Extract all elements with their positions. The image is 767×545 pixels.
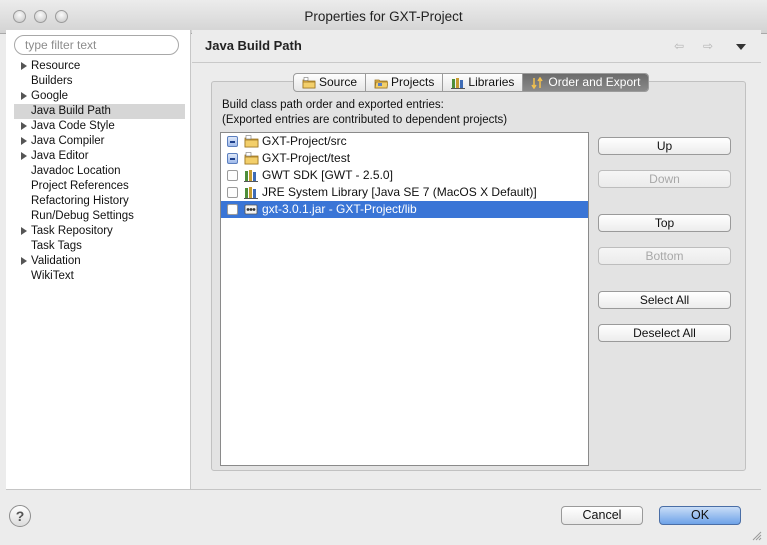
order-arrows-icon [531, 76, 545, 89]
source-folder-icon [244, 135, 259, 148]
entry-label: GXT-Project/test [262, 151, 351, 165]
sidebar-item-label: Refactoring History [31, 195, 129, 207]
sidebar-item-builders[interactable]: Builders [14, 74, 185, 89]
sidebar-item-label: Java Build Path [31, 105, 111, 117]
list-item[interactable]: GWT SDK [GWT - 2.5.0] [221, 167, 588, 184]
export-checkbox[interactable] [227, 136, 238, 147]
expand-triangle-icon[interactable] [21, 92, 27, 100]
sidebar-item-task-repository[interactable]: Task Repository [14, 224, 185, 239]
tab-order-and-export[interactable]: Order and Export [523, 74, 649, 91]
page-title: Java Build Path [205, 38, 302, 53]
header-divider [192, 62, 761, 63]
ok-button[interactable]: OK [659, 506, 741, 525]
sidebar-item-java-code-style[interactable]: Java Code Style [14, 119, 185, 134]
project-folder-icon [374, 77, 389, 89]
tab-label: Source [319, 75, 358, 89]
library-books-icon [244, 186, 259, 199]
entry-label: GWT SDK [GWT - 2.5.0] [262, 168, 393, 182]
sidebar-item-label: Java Code Style [31, 120, 115, 132]
library-books-icon [244, 169, 259, 182]
sidebar-item-run-debug-settings[interactable]: Run/Debug Settings [14, 209, 185, 224]
expand-triangle-icon[interactable] [21, 122, 27, 130]
footer-divider [6, 489, 761, 490]
forward-arrow-icon[interactable]: ⇨ [703, 39, 713, 53]
sidebar-item-refactoring-history[interactable]: Refactoring History [14, 194, 185, 209]
description-line: Build class path order and exported entr… [222, 99, 444, 111]
sidebar-item-resource[interactable]: Resource [14, 59, 185, 74]
expand-triangle-icon[interactable] [21, 257, 27, 265]
list-item-selected[interactable]: gxt-3.0.1.jar - GXT-Project/lib [221, 201, 588, 218]
sidebar-item-label: Task Repository [31, 225, 113, 237]
sidebar-item-label: WikiText [31, 270, 74, 282]
tab-label: Order and Export [548, 75, 641, 89]
entry-label: GXT-Project/src [262, 134, 347, 148]
build-path-entry-list[interactable]: GXT-Project/src GXT-Project/test GWT SDK… [220, 132, 589, 466]
sidebar-item-label: Builders [31, 75, 73, 87]
list-item[interactable]: JRE System Library [Java SE 7 (MacOS X D… [221, 184, 588, 201]
up-button[interactable]: Up [598, 137, 731, 155]
down-button[interactable]: Down [598, 170, 731, 188]
window-title: Properties for GXT-Project [304, 9, 463, 24]
sidebar-item-label: Project References [31, 180, 129, 192]
jar-file-icon [244, 203, 259, 216]
select-all-button[interactable]: Select All [598, 291, 731, 309]
description-line: (Exported entries are contributed to dep… [222, 114, 508, 126]
tab-source[interactable]: Source [294, 74, 367, 91]
sidebar-list: Resource Builders Google Java Build Path… [14, 59, 185, 284]
entry-label: gxt-3.0.1.jar - GXT-Project/lib [262, 202, 417, 216]
sidebar-item-project-references[interactable]: Project References [14, 179, 185, 194]
sidebar-item-task-tags[interactable]: Task Tags [14, 239, 185, 254]
list-item[interactable]: GXT-Project/test [221, 150, 588, 167]
export-checkbox[interactable] [227, 187, 238, 198]
title-bar: Properties for GXT-Project [0, 0, 767, 34]
sidebar-item-javadoc-location[interactable]: Javadoc Location [14, 164, 185, 179]
source-folder-icon [244, 152, 259, 165]
list-item[interactable]: GXT-Project/src [221, 133, 588, 150]
filter-input[interactable] [14, 35, 179, 55]
sidebar-item-java-editor[interactable]: Java Editor [14, 149, 185, 164]
sidebar-item-validation[interactable]: Validation [14, 254, 185, 269]
tab-label: Projects [391, 75, 435, 89]
tab-bar: Source Projects Libraries Order and Expo… [293, 73, 650, 92]
view-menu-icon[interactable] [736, 44, 746, 50]
tab-label: Libraries [468, 75, 515, 89]
sidebar-item-label: Run/Debug Settings [31, 210, 134, 222]
resize-grip-icon[interactable] [752, 531, 762, 541]
sidebar-item-java-compiler[interactable]: Java Compiler [14, 134, 185, 149]
sidebar-item-label: Validation [31, 255, 81, 267]
expand-triangle-icon[interactable] [21, 152, 27, 160]
expand-triangle-icon[interactable] [21, 137, 27, 145]
help-button[interactable]: ? [9, 505, 31, 527]
entry-label: JRE System Library [Java SE 7 (MacOS X D… [262, 185, 537, 199]
bottom-button[interactable]: Bottom [598, 247, 731, 265]
expand-triangle-icon[interactable] [21, 62, 27, 70]
order-description: Build class path order and exported entr… [222, 98, 507, 128]
sidebar-item-label: Resource [31, 60, 81, 72]
source-folder-icon [302, 76, 316, 89]
export-checkbox[interactable] [227, 153, 238, 164]
sidebar-item-java-build-path[interactable]: Java Build Path [14, 104, 185, 119]
export-checkbox[interactable] [227, 204, 238, 215]
expand-triangle-icon[interactable] [21, 227, 27, 235]
sidebar-item-wikitext[interactable]: WikiText [14, 269, 185, 284]
tab-libraries[interactable]: Libraries [443, 74, 524, 91]
cancel-button[interactable]: Cancel [561, 506, 643, 525]
library-books-icon [451, 77, 466, 89]
sidebar-item-label: Task Tags [31, 240, 82, 252]
properties-page: Java Build Path ⇦ ⇨ Source Projects Libr… [192, 30, 761, 489]
sidebar-item-google[interactable]: Google [14, 89, 185, 104]
sidebar-item-label: Java Editor [31, 150, 89, 162]
deselect-all-button[interactable]: Deselect All [598, 324, 731, 342]
export-checkbox[interactable] [227, 170, 238, 181]
sidebar-item-label: Google [31, 90, 69, 102]
sidebar-item-label: Java Compiler [31, 135, 105, 147]
back-arrow-icon[interactable]: ⇦ [674, 39, 684, 53]
top-button[interactable]: Top [598, 214, 731, 232]
tab-projects[interactable]: Projects [366, 74, 444, 91]
sidebar: Resource Builders Google Java Build Path… [6, 30, 191, 489]
sidebar-item-label: Javadoc Location [31, 165, 121, 177]
